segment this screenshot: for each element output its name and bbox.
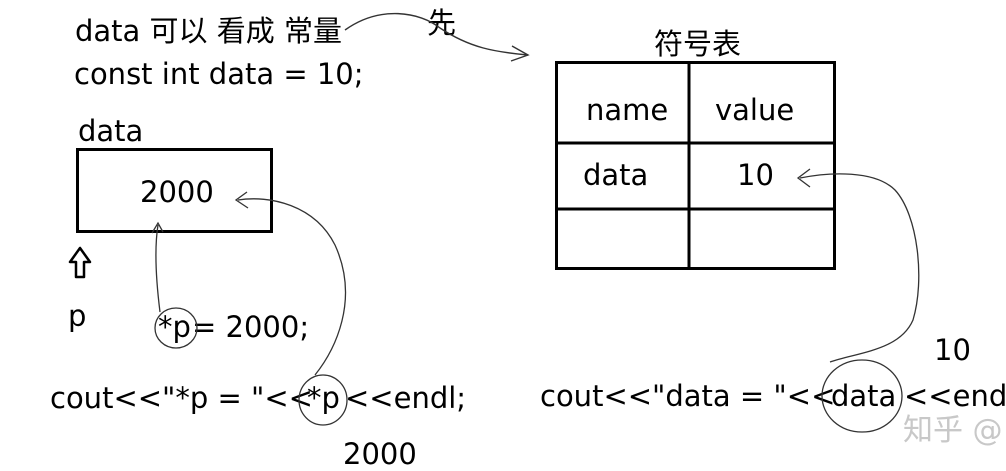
memory-box-label: data xyxy=(78,114,144,148)
memory-box-value: 2000 xyxy=(140,175,214,209)
symbol-table-header-value: value xyxy=(715,93,795,127)
assign-code-deref: *p xyxy=(158,310,191,344)
cout-deref-mid: *p xyxy=(307,381,340,415)
watermark: 知乎 @ xyxy=(903,413,1003,448)
line-const-declaration: const int data = 10; xyxy=(74,57,364,91)
cout-data-mid: data xyxy=(831,379,897,413)
cout-data-prefix: cout<<"data = "<< xyxy=(540,379,836,413)
assign-code-rest: = 2000; xyxy=(192,310,310,344)
symbol-table-title: 符号表 xyxy=(654,27,742,61)
symbol-table-cell-name: data xyxy=(583,158,649,192)
symbol-table-cell-value: 10 xyxy=(737,158,774,192)
output-2000: 2000 xyxy=(343,437,417,471)
pointer-up-arrow-icon xyxy=(68,246,92,279)
cout-deref-prefix: cout<<"*p = "<< xyxy=(50,381,313,415)
arrow-note-first: 先 xyxy=(427,6,457,40)
arrow-to-symbol-table-head xyxy=(510,45,530,62)
cout-deref-suffix: <<endl; xyxy=(345,381,467,415)
symbol-table-header-name: name xyxy=(586,93,669,127)
cout-data-suffix: <<endl xyxy=(904,379,1006,413)
output-10: 10 xyxy=(934,333,971,367)
assign-to-box-arrow xyxy=(155,224,161,313)
line-data-constant-note: data 可以 看成 常量 xyxy=(75,14,342,48)
pointer-label: p xyxy=(68,299,87,333)
